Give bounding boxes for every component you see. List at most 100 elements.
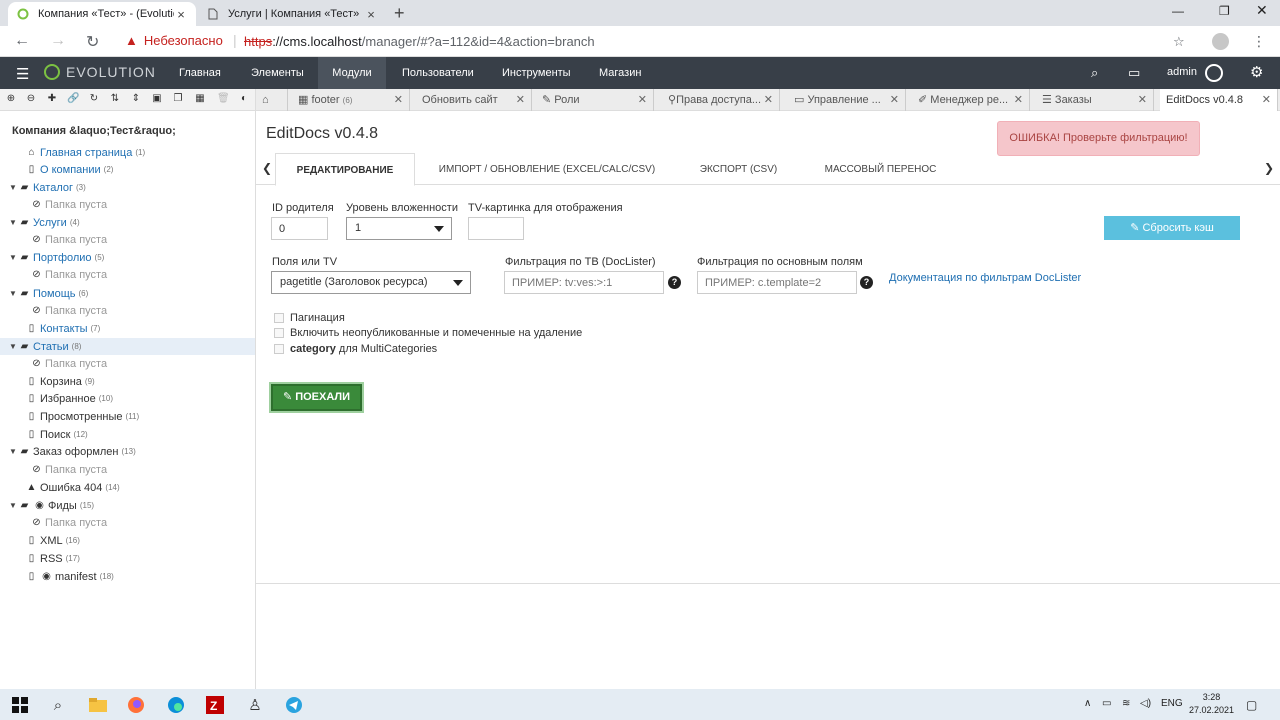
tv-image-input[interactable]: [468, 217, 524, 240]
tree-item[interactable]: ▯ Избранное (10): [0, 390, 255, 407]
tray-expand-icon[interactable]: ∧: [1084, 698, 1091, 709]
user-name[interactable]: admin: [1167, 66, 1197, 78]
theme-toggle-icon[interactable]: ◐: [238, 93, 250, 105]
go-button[interactable]: ✎ ПОЕХАЛИ: [271, 384, 362, 411]
manager-tab-management[interactable]: ▭ Управление ... ✕: [788, 89, 906, 111]
category-checkbox[interactable]: [274, 344, 284, 354]
manager-tab-refresh-site[interactable]: Обновить сайт ✕: [414, 89, 532, 111]
firefox-icon[interactable]: [126, 695, 146, 715]
wifi-icon[interactable]: ≋: [1122, 698, 1130, 709]
browser-tab-services[interactable]: Услуги | Компания «Тест» ×: [198, 2, 386, 26]
manager-tab-editdocs[interactable]: EditDocs v0.4.8 ✕: [1160, 89, 1278, 111]
sort-tree-icon[interactable]: ⇅: [109, 93, 121, 105]
notifications-icon[interactable]: ▢: [1246, 698, 1257, 712]
unpublished-checkbox[interactable]: [274, 328, 284, 338]
window-close-icon[interactable]: ✕: [1256, 2, 1268, 19]
restore-icon[interactable]: ❐: [1219, 4, 1230, 18]
parent-id-input[interactable]: [271, 217, 328, 240]
help-tv-filter-icon[interactable]: ?: [668, 276, 681, 289]
camera-icon[interactable]: ▣: [151, 93, 163, 105]
keyboard-language[interactable]: ENG: [1161, 698, 1183, 709]
caret-down-icon[interactable]: ▼: [8, 253, 18, 262]
expand-all-icon[interactable]: ⊕: [5, 93, 17, 105]
refresh-tree-icon[interactable]: ↻: [88, 93, 100, 105]
forward-icon[interactable]: →: [50, 32, 66, 50]
search-icon[interactable]: ⌕: [1091, 65, 1098, 81]
tree-item[interactable]: ▯ Просмотренные (11): [0, 408, 255, 425]
telegram-icon[interactable]: [284, 695, 304, 715]
unpublished-checkbox-row[interactable]: Включить неопубликованные и помеченные н…: [274, 326, 582, 340]
manager-tab-home[interactable]: ⌂: [256, 89, 288, 111]
edge-icon[interactable]: [166, 695, 186, 715]
manager-tab-orders[interactable]: ☰ Заказы ✕: [1036, 89, 1154, 111]
doclister-docs-link[interactable]: Документация по фильтрам DocLister: [889, 272, 1081, 284]
tree-item[interactable]: ⌂ Главная страница (1): [0, 144, 255, 161]
copy-icon[interactable]: ❐: [172, 93, 184, 105]
favorites-star-icon[interactable]: ☆: [1173, 34, 1185, 50]
grid-icon[interactable]: ▦: [194, 93, 206, 105]
menu-users[interactable]: Пользователи: [402, 57, 474, 89]
caret-down-icon[interactable]: ▼: [8, 183, 18, 192]
tree-item[interactable]: ▯ ◉ manifest (18): [0, 568, 255, 585]
settings-gears-icon[interactable]: ⚙: [1250, 63, 1263, 81]
weblink-icon[interactable]: 🔗: [67, 93, 79, 105]
minimize-icon[interactable]: —: [1172, 4, 1184, 18]
tab-edit[interactable]: Редактирование: [275, 153, 415, 186]
tab-export[interactable]: Экспорт (CSV): [681, 153, 796, 185]
tree-item[interactable]: ▼ ▰ Каталог (3): [0, 179, 255, 196]
category-checkbox-row[interactable]: category для MultiCategories: [274, 342, 437, 356]
tree-item-selected[interactable]: ▼ ▰ Статьи (8): [0, 338, 255, 355]
tree-item[interactable]: ▼ ▰ Заказ оформлен (13): [0, 443, 255, 460]
pagination-checkbox-row[interactable]: Пагинация: [274, 311, 345, 325]
tree-item[interactable]: ▼ ▰ Услуги (4): [0, 214, 255, 231]
caret-down-icon[interactable]: ▼: [8, 447, 18, 456]
help-main-filter-icon[interactable]: ?: [860, 276, 873, 289]
tree-item[interactable]: ▯ Контакты (7): [0, 320, 255, 337]
volume-icon[interactable]: ◁): [1140, 698, 1151, 709]
reload-icon[interactable]: ↻: [86, 32, 99, 52]
close-tab-icon[interactable]: ✕: [764, 89, 773, 111]
caret-down-icon[interactable]: ▼: [8, 218, 18, 227]
caret-down-icon[interactable]: ▼: [8, 342, 18, 351]
new-tab-icon[interactable]: +: [394, 3, 405, 24]
close-tab-icon[interactable]: ✕: [1138, 89, 1147, 111]
sort-menuindex-icon[interactable]: ⇕: [130, 93, 142, 105]
tab-import[interactable]: Импорт / Обновление (Excel/Calc/CSV): [426, 153, 668, 185]
tree-item[interactable]: ▯ RSS (17): [0, 550, 255, 567]
close-tab-icon[interactable]: ✕: [638, 89, 647, 111]
system-clock[interactable]: 3:28 27.02.2021: [1189, 691, 1234, 717]
menu-modules[interactable]: Модули: [318, 57, 386, 89]
caret-down-icon[interactable]: ▼: [8, 289, 18, 298]
filter-main-input[interactable]: [697, 271, 857, 294]
security-warning[interactable]: ▲ Небезопасно: [125, 33, 223, 48]
tabs-next-icon[interactable]: ❯: [1264, 161, 1274, 175]
manager-tab-resource-manager[interactable]: ✐ Менеджер ре... ✕: [912, 89, 1030, 111]
caret-down-icon[interactable]: ▼: [8, 501, 18, 510]
depth-select[interactable]: 1: [346, 217, 452, 240]
tree-root-site[interactable]: Компания &laquo;Тест&raquo;: [12, 125, 176, 137]
url-input[interactable]: https://cms.localhost/manager/#?a=112&id…: [244, 34, 595, 49]
profile-avatar[interactable]: [1212, 33, 1229, 50]
linux-tux-icon[interactable]: ♙: [245, 695, 265, 715]
menu-elements[interactable]: Элементы: [251, 57, 304, 89]
collapse-all-icon[interactable]: ⊖: [25, 93, 37, 105]
close-tab-icon[interactable]: ×: [364, 7, 378, 22]
preview-monitor-icon[interactable]: ▭: [1128, 65, 1140, 81]
network-icon[interactable]: ▭: [1102, 698, 1111, 709]
browser-tab-manager[interactable]: Компания «Тест» - (Evolution CMS Manager…: [8, 2, 196, 26]
menu-shop[interactable]: Магазин: [599, 57, 641, 89]
search-icon[interactable]: ⌕: [48, 695, 68, 715]
hamburger-menu-icon[interactable]: ☰: [16, 65, 29, 83]
file-explorer-icon[interactable]: [88, 695, 108, 715]
windows-start-icon[interactable]: [10, 695, 30, 715]
pagination-checkbox[interactable]: [274, 313, 284, 323]
close-tab-icon[interactable]: ×: [174, 7, 188, 22]
trash-icon[interactable]: 🗑: [217, 93, 230, 105]
tree-item[interactable]: ▯ XML (16): [0, 532, 255, 549]
new-resource-icon[interactable]: ✚: [46, 93, 58, 105]
filter-tv-input[interactable]: [504, 271, 664, 294]
manager-tab-footer[interactable]: ▦ footer (6) ✕: [292, 89, 410, 111]
browser-menu-icon[interactable]: ⋮: [1252, 33, 1266, 50]
tree-item[interactable]: ▯ Корзина (9): [0, 373, 255, 390]
tree-item[interactable]: ▯ О компании (2): [0, 161, 255, 178]
